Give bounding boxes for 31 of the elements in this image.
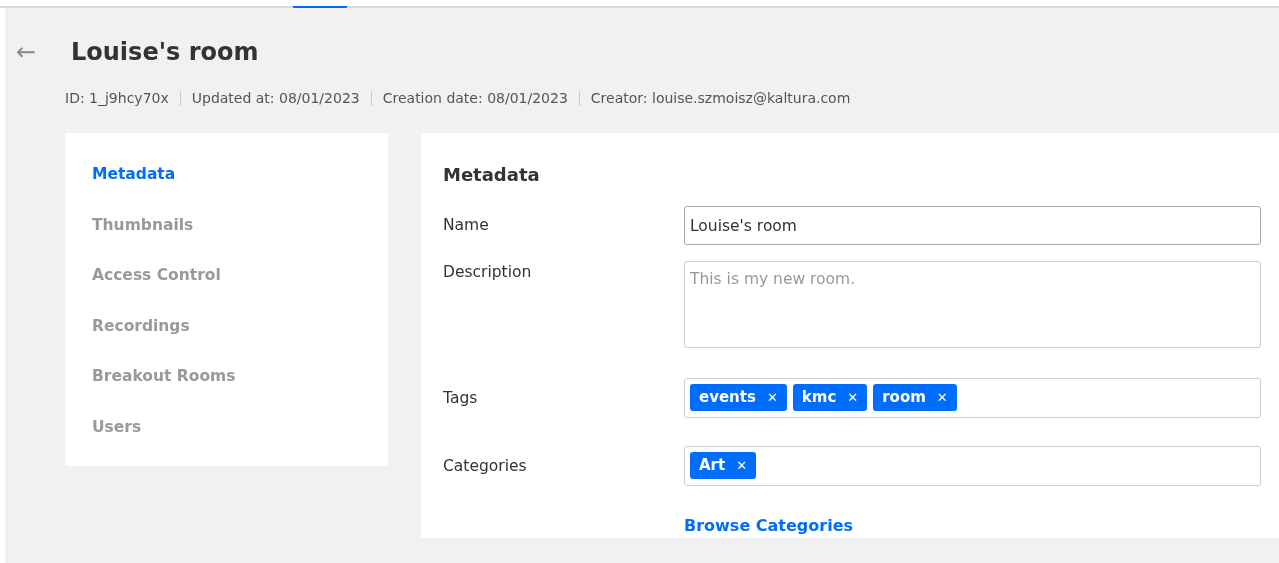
remove-button[interactable]: ✕ (736, 455, 748, 476)
sidebar-item[interactable]: Metadata (92, 163, 176, 183)
field-label: Description (443, 262, 533, 283)
chip-label: events (699, 387, 756, 409)
chip-label: Art (699, 455, 726, 477)
chips-field[interactable]: Art ✕ (684, 446, 1261, 486)
field-label: Tags (443, 388, 479, 409)
remove-button[interactable]: ✕ (936, 387, 948, 408)
sidebar-item[interactable]: Users (92, 415, 142, 436)
meta-info: Updated at: 08/01/2023 (191, 89, 360, 108)
meta-info: ID: 1_j9hcy70x (65, 89, 169, 108)
active-tab-indicator (293, 6, 347, 8)
field-label: Categories (443, 456, 528, 477)
description-field[interactable]: This is my new room. (684, 261, 1261, 348)
browse-categories-link[interactable]: Browse Categories (684, 516, 854, 535)
remove-button[interactable]: ✕ (847, 387, 859, 408)
meta-info: Creator: louise.szmoisz@kaltura.com (590, 89, 851, 108)
section-heading: Metadata (443, 163, 541, 187)
meta-info: Creation date: 08/01/2023 (382, 89, 568, 108)
page-title: Louise's room (71, 37, 259, 67)
sidebar-item[interactable]: Recordings (92, 314, 190, 335)
chip-label: room (882, 387, 926, 409)
remove-button[interactable]: ✕ (766, 387, 778, 408)
sidebar-item[interactable]: Thumbnails (92, 213, 194, 234)
sidebar-item[interactable]: Breakout Rooms (92, 365, 236, 385)
field-label: Name (443, 215, 490, 236)
sidebar-item[interactable]: Access Control (92, 264, 221, 284)
chips-field[interactable]: events ✕ kmc ✕ room ✕ (684, 378, 1261, 418)
chip-label: kmc (801, 387, 837, 409)
back-button[interactable]: ← (5, 39, 45, 65)
name-field[interactable]: Louise's room (684, 206, 1261, 245)
